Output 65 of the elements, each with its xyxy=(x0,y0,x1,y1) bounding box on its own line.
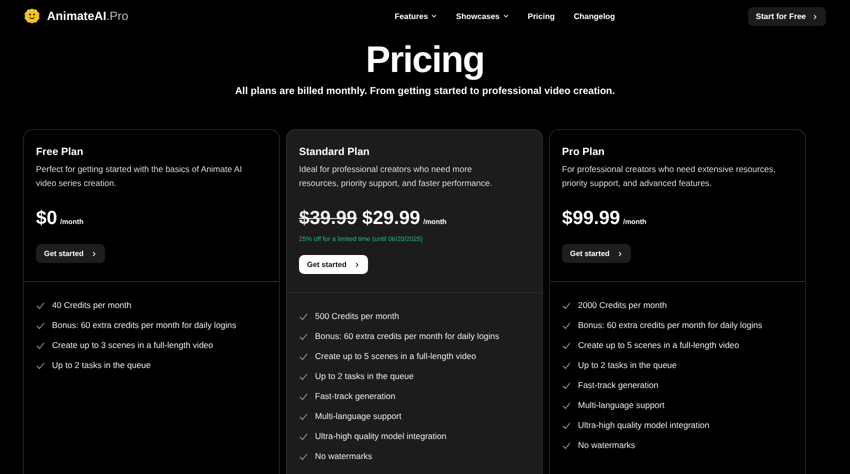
feature-text: Create up to 5 scenes in a full-length video xyxy=(315,350,476,363)
check-icon xyxy=(36,302,45,310)
check-icon xyxy=(299,452,308,460)
feature-text: 2000 Credits per month xyxy=(578,299,667,312)
feature-text: Bonus: 60 extra credits per month for daily logins xyxy=(52,319,236,332)
feature-text: Bonus: 60 extra credits per month for daily logins xyxy=(315,330,500,343)
nav-link[interactable]: Pricing xyxy=(528,12,555,20)
check-icon xyxy=(299,392,308,400)
feature-text: Create up to 5 scenes in a full-length video xyxy=(578,339,740,352)
plan-price: $99.99 xyxy=(562,208,620,230)
feature-text: Multi-language support xyxy=(315,410,402,423)
feature-text: Multi-language support xyxy=(578,399,664,412)
feature-text: Up to 2 tasks in the queue xyxy=(52,359,151,372)
page-title: Pricing xyxy=(364,38,486,82)
check-icon xyxy=(562,362,571,370)
plan-price: $0 xyxy=(36,208,58,230)
feature-text: Fast-track generation xyxy=(315,390,396,403)
check-icon xyxy=(562,442,571,450)
plan-price: $29.99 xyxy=(362,208,420,230)
check-icon xyxy=(299,332,308,340)
nav-link[interactable]: Showcases xyxy=(456,12,509,20)
feature-text: Ultra-high quality model integration xyxy=(578,419,710,432)
feature-text: No watermarks xyxy=(315,450,372,463)
chevron-icon xyxy=(616,250,623,256)
plan-name: Free Plan xyxy=(36,146,84,158)
smiley-logo-icon xyxy=(24,8,40,24)
check-icon xyxy=(562,342,571,350)
chevron-icon xyxy=(431,13,438,19)
check-icon xyxy=(36,322,45,330)
nav-link[interactable]: Features xyxy=(394,12,438,20)
start-button[interactable]: Start for Free xyxy=(748,7,826,26)
check-icon xyxy=(299,412,308,420)
plan-description: For professional creators who need extensive resources, priority support, and advanced features. xyxy=(562,163,776,190)
check-icon xyxy=(299,372,308,380)
check-icon xyxy=(299,312,308,320)
feature-text: Bonus: 60 extra credits per month for daily logins xyxy=(578,319,762,332)
check-icon xyxy=(299,432,308,440)
plan-name: Pro Plan xyxy=(562,146,606,158)
plan-description: Perfect for getting started with the basics of Animate AI video series creation. xyxy=(36,163,243,190)
chevron-icon xyxy=(812,14,818,20)
check-icon xyxy=(562,402,571,410)
feature-text: Create up to 3 scenes in a full-length video xyxy=(52,339,214,352)
check-icon xyxy=(562,382,571,390)
nav-link[interactable]: Changelog xyxy=(574,12,616,20)
chevron-icon xyxy=(90,250,97,256)
feature-text: 40 Credits per month xyxy=(52,299,132,312)
feature-text: 500 Credits per month xyxy=(315,310,400,323)
check-icon xyxy=(299,352,308,360)
check-icon xyxy=(562,302,571,310)
plan-name: Standard Plan xyxy=(299,146,371,158)
chevron-icon xyxy=(354,262,360,268)
feature-text: Ultra-high quality model integration xyxy=(315,430,446,443)
feature-text: Up to 2 tasks in the queue xyxy=(578,359,677,372)
original-price: $39.99 xyxy=(299,208,358,230)
brand-name[interactable]: AnimateAI.Pro xyxy=(47,9,128,23)
plan-description: Ideal for professional creators who need more resources, priority support, and faster performance. xyxy=(299,163,494,190)
check-icon xyxy=(562,322,571,330)
feature-text: Up to 2 tasks in the queue xyxy=(315,370,414,383)
page-subtitle: All plans are billed monthly. From getting started to professional video creation. xyxy=(234,86,616,97)
feature-text: No watermarks xyxy=(578,439,636,452)
check-icon xyxy=(36,342,45,350)
check-icon xyxy=(36,362,45,370)
chevron-icon xyxy=(502,13,509,19)
feature-text: Fast-track generation xyxy=(578,379,658,392)
check-icon xyxy=(562,422,571,430)
